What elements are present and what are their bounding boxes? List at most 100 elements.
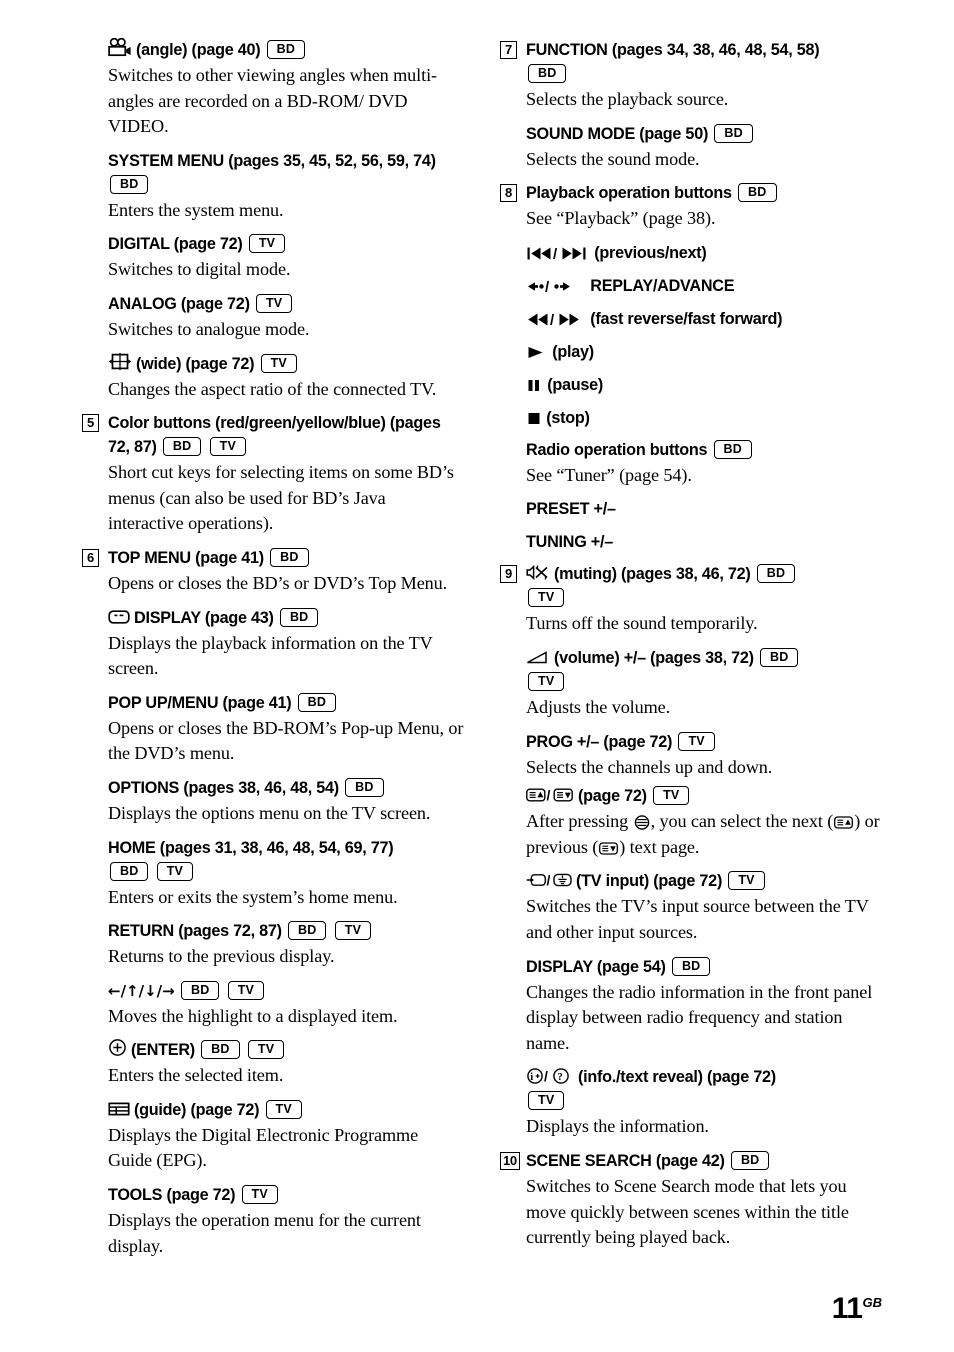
playback-pause: (pause) (526, 373, 882, 397)
badge-bd: BD (730, 1150, 770, 1170)
entry-playback-buttons: 8 Playback operation buttons BD See “Pla… (500, 181, 882, 555)
wide-aspect-icon (108, 352, 132, 371)
marker-cell: 5 (82, 411, 108, 433)
svg-text:/: / (550, 312, 555, 327)
playback-label: REPLAY/ADVANCE (590, 276, 735, 295)
badge-bd: BD (110, 861, 149, 881)
heading-text: (wide) (page 72) (136, 354, 255, 373)
badge-tv: TV (227, 980, 265, 1000)
heading-scene-search: SCENE SEARCH (page 42) BD (526, 1149, 882, 1173)
entry-body: DIGITAL (page 72) TV Switches to digital… (108, 232, 464, 292)
svg-text:/: / (547, 872, 551, 888)
heading-text: PROG +/– (page 72) (526, 732, 673, 751)
page-number: 11 (831, 1292, 863, 1325)
heading-options: OPTIONS (pages 38, 46, 48, 54) BD (108, 776, 464, 800)
playback-replay-advance: / REPLAY/ADVANCE (526, 274, 882, 298)
desc-tools: Displays the operation menu for the curr… (108, 1210, 421, 1256)
heading-text: Radio operation buttons (526, 440, 708, 459)
playback-label: (play) (552, 342, 594, 361)
text-page-down-icon (599, 841, 619, 856)
badge-bd: BD (759, 647, 799, 667)
svg-text:/: / (547, 787, 551, 803)
desc-system-menu: Enters the system menu. (108, 199, 284, 220)
playback-label: (fast reverse/fast forward) (590, 309, 783, 328)
volume-wedge-icon (526, 650, 550, 665)
heading-digital: DIGITAL (page 72) TV (108, 232, 464, 256)
section-marker-7: 7 (500, 41, 517, 59)
entry-top-menu: 6 TOP MENU (page 41) BD Opens or closes … (82, 546, 464, 1268)
heading-text: (volume) +/– (pages 38, 72) (554, 648, 754, 667)
badge-bd: BD (201, 1040, 240, 1060)
entry-body: Color buttons (red/green/yellow/blue) (p… (108, 411, 464, 546)
radio-tuning: TUNING +/– (526, 533, 613, 552)
entry-body: TOP MENU (page 41) BD Opens or closes th… (108, 546, 464, 1268)
svg-text:/: / (553, 246, 558, 261)
svg-text:?: ? (557, 1072, 562, 1084)
badge-bd: BD (297, 692, 337, 712)
entry-wide: (wide) (page 72) TV Changes the aspect r… (82, 352, 464, 412)
desc-top-menu: Opens or closes the BD’s or DVD’s Top Me… (108, 572, 448, 593)
section-marker-8: 8 (500, 184, 517, 203)
desc-home: Enters or exits the system’s home menu. (108, 886, 398, 907)
guide-grid-icon (108, 1101, 130, 1117)
heading-text: SYSTEM MENU (pages 35, 45, 52, 56, 59, 7… (108, 151, 436, 170)
tv-input-icon: / (526, 872, 572, 888)
entry-digital: DIGITAL (page 72) TV Switches to digital… (82, 232, 464, 292)
marker-cell (82, 292, 108, 295)
desc-color-buttons: Short cut keys for selecting items on so… (108, 462, 454, 534)
heading-text: RETURN (pages 72, 87) (108, 922, 282, 941)
entry-body: Playback operation buttons BD See “Playb… (526, 181, 882, 555)
badge-tv: TV (248, 234, 286, 254)
entry-body: SCENE SEARCH (page 42) BD Switches to Sc… (526, 1149, 882, 1260)
heading-text: HOME (pages 31, 38, 46, 48, 54, 69, 77) (108, 838, 394, 857)
heading-angle: (angle) (page 40) BD (108, 38, 464, 62)
badge-bd: BD (345, 777, 384, 797)
arrow-keys-icon: ←/↑/↓/→ (108, 981, 175, 1000)
desc-muting: Turns off the sound temporarily. (526, 613, 758, 634)
entry-body: (wide) (page 72) TV Changes the aspect r… (108, 352, 464, 412)
heading-display-54: DISPLAY (page 54) BD (526, 955, 882, 979)
entry-analog: ANALOG (page 72) TV Switches to analogue… (82, 292, 464, 352)
entry-body: ANALOG (page 72) TV Switches to analogue… (108, 292, 464, 352)
desc-pop-up-menu: Opens or closes the BD-ROM’s Pop-up Menu… (108, 717, 464, 764)
heading-tv-input: / (TV input) (page 72) TV (526, 869, 882, 893)
badge-bd: BD (110, 174, 149, 194)
playback-label: (previous/next) (594, 243, 707, 262)
desc-info-text-reveal: Displays the information. (526, 1116, 709, 1137)
badge-tv: TV (653, 786, 690, 806)
desc-display-54: Changes the radio information in the fro… (526, 981, 873, 1053)
svg-text:/: / (545, 279, 550, 294)
entry-function: 7 FUNCTION (pages 34, 38, 46, 48, 54, 58… (500, 38, 882, 181)
replay-advance-icon: / (527, 279, 585, 294)
heading-top-menu: TOP MENU (page 41) BD (108, 546, 464, 570)
heading-text: (info./text reveal) (page 72) (578, 1068, 776, 1087)
badge-tv: TV (260, 353, 297, 373)
heading-text: (TV input) (page 72) (576, 872, 723, 891)
badge-bd: BD (671, 956, 711, 976)
desc-text-page: After pressing , you can select the next… (526, 811, 880, 857)
badge-tv: TV (209, 437, 246, 457)
heading-volume: (volume) +/– (pages 38, 72) BD TV (526, 646, 882, 694)
section-marker-10: 10 (500, 1151, 520, 1170)
entry-system-menu: SYSTEM MENU (pages 35, 45, 52, 56, 59, 7… (82, 149, 464, 233)
heading-analog: ANALOG (page 72) TV (108, 292, 464, 316)
desc-sound-mode: Selects the sound mode. (526, 148, 700, 169)
heading-text: Color buttons (red/green/yellow/blue) (p… (108, 414, 441, 457)
badge-bd: BD (528, 64, 567, 83)
entry-scene-search: 10 SCENE SEARCH (page 42) BD Switches to… (500, 1149, 882, 1260)
heading-enter: (ENTER) BD TV (108, 1038, 464, 1062)
heading-text: TOOLS (page 72) (108, 1186, 236, 1205)
badge-tv: TV (528, 588, 565, 608)
heading-home: HOME (pages 31, 38, 46, 48, 54, 69, 77) B… (108, 836, 464, 884)
section-marker-9: 9 (500, 565, 517, 584)
badge-bd: BD (713, 439, 753, 459)
marker-cell: 7 (500, 38, 526, 59)
stop-icon (527, 411, 541, 426)
heading-text: TOP MENU (page 41) (108, 548, 264, 567)
desc-enter: Enters the selected item. (108, 1065, 284, 1086)
heading-display-43: DISPLAY (page 43) BD (108, 606, 464, 630)
entry-muting: 9 (muting) (pages 38, 46, 72) BD TV Turns… (500, 562, 882, 1149)
heading-text: ANALOG (page 72) (108, 294, 250, 313)
desc-guide: Displays the Digital Electronic Programm… (108, 1124, 419, 1171)
